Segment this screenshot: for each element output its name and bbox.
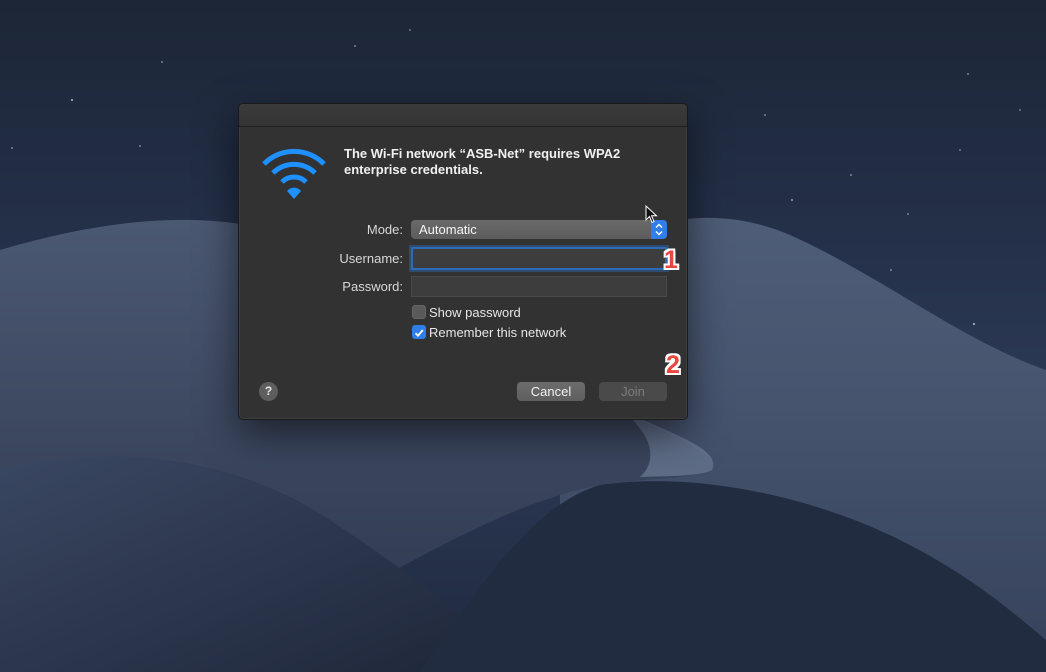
join-button[interactable]: Join (599, 382, 667, 401)
mode-select-value: Automatic (419, 222, 477, 237)
annotation-marker-2: 2 (666, 351, 680, 379)
username-label: Username: (339, 251, 403, 266)
remember-network-checkbox[interactable] (412, 325, 426, 339)
mode-select[interactable]: Automatic (411, 220, 667, 239)
annotation-marker-1: 1 (664, 246, 678, 274)
password-label: Password: (342, 279, 403, 294)
help-button[interactable]: ? (259, 382, 278, 401)
cancel-button[interactable]: Cancel (517, 382, 585, 401)
mouse-pointer-icon (645, 205, 658, 224)
mode-label: Mode: (366, 222, 403, 237)
dialog-titlebar[interactable] (239, 104, 687, 127)
wifi-icon (262, 148, 326, 199)
dialog-message: The Wi-Fi network “ASB-Net” requires WPA… (344, 146, 621, 177)
wifi-credentials-dialog: The Wi-Fi network “ASB-Net” requires WPA… (238, 103, 688, 420)
password-input[interactable] (411, 276, 667, 297)
desktop-background: The Wi-Fi network “ASB-Net” requires WPA… (0, 0, 1046, 672)
remember-network-label[interactable]: Remember this network (429, 325, 566, 340)
show-password-checkbox[interactable] (412, 305, 426, 319)
username-input[interactable] (411, 247, 667, 270)
checkmark-icon (414, 329, 424, 338)
show-password-label[interactable]: Show password (429, 305, 521, 320)
